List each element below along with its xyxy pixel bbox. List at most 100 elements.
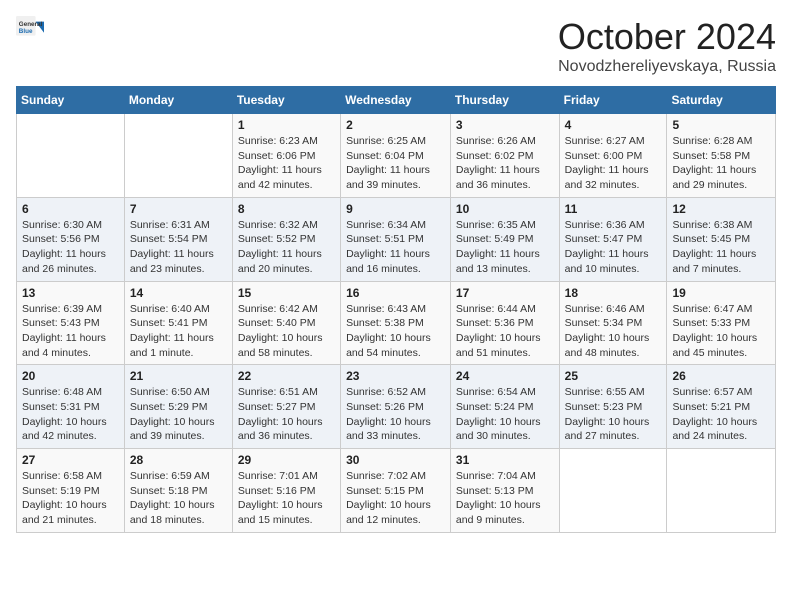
- day-info: Sunrise: 6:39 AMSunset: 5:43 PMDaylight:…: [22, 302, 119, 361]
- weekday-header: Saturday: [667, 87, 776, 114]
- weekday-header: Monday: [124, 87, 232, 114]
- calendar-cell: 14 Sunrise: 6:40 AMSunset: 5:41 PMDayligh…: [124, 281, 232, 365]
- day-info: Sunrise: 6:50 AMSunset: 5:29 PMDaylight:…: [130, 385, 227, 444]
- calendar-cell: 25 Sunrise: 6:55 AMSunset: 5:23 PMDayligh…: [559, 365, 667, 449]
- day-info: Sunrise: 6:59 AMSunset: 5:18 PMDaylight:…: [130, 469, 227, 528]
- day-number: 18: [565, 286, 662, 300]
- day-info: Sunrise: 6:54 AMSunset: 5:24 PMDaylight:…: [456, 385, 554, 444]
- day-info: Sunrise: 6:51 AMSunset: 5:27 PMDaylight:…: [238, 385, 335, 444]
- day-number: 31: [456, 453, 554, 467]
- day-info: Sunrise: 6:42 AMSunset: 5:40 PMDaylight:…: [238, 302, 335, 361]
- weekday-header: Wednesday: [341, 87, 451, 114]
- day-number: 19: [672, 286, 770, 300]
- calendar-cell: 31 Sunrise: 7:04 AMSunset: 5:13 PMDayligh…: [450, 449, 559, 533]
- day-number: 23: [346, 369, 445, 383]
- calendar-cell: 18 Sunrise: 6:46 AMSunset: 5:34 PMDayligh…: [559, 281, 667, 365]
- calendar-cell: 17 Sunrise: 6:44 AMSunset: 5:36 PMDayligh…: [450, 281, 559, 365]
- day-number: 7: [130, 202, 227, 216]
- day-number: 13: [22, 286, 119, 300]
- day-number: 5: [672, 118, 770, 132]
- day-info: Sunrise: 6:47 AMSunset: 5:33 PMDaylight:…: [672, 302, 770, 361]
- day-number: 12: [672, 202, 770, 216]
- calendar-cell: 6Sunrise: 6:30 AMSunset: 5:56 PMDaylight…: [17, 197, 125, 281]
- calendar-cell: 24 Sunrise: 6:54 AMSunset: 5:24 PMDayligh…: [450, 365, 559, 449]
- calendar-cell: 9Sunrise: 6:34 AMSunset: 5:51 PMDaylight…: [341, 197, 451, 281]
- day-info: Sunrise: 6:31 AMSunset: 5:54 PMDaylight:…: [130, 218, 227, 277]
- calendar-cell: 2 Sunrise: 6:25 AMSunset: 6:04 PMDaylight…: [341, 114, 451, 198]
- day-number: 4: [565, 118, 662, 132]
- calendar-cell: 3Sunrise: 6:26 AMSunset: 6:02 PMDaylight…: [450, 114, 559, 198]
- page-header: General Blue October 2024 Novodzhereliye…: [16, 16, 776, 76]
- calendar-cell: 12 Sunrise: 6:38 AMSunset: 5:45 PMDayligh…: [667, 197, 776, 281]
- day-number: 24: [456, 369, 554, 383]
- day-number: 22: [238, 369, 335, 383]
- day-info: Sunrise: 6:25 AMSunset: 6:04 PMDaylight:…: [346, 134, 445, 193]
- day-info: Sunrise: 6:27 AMSunset: 6:00 PMDaylight:…: [565, 134, 662, 193]
- day-number: 14: [130, 286, 227, 300]
- logo-icon: General Blue: [16, 16, 44, 44]
- calendar-week-row: 1Sunrise: 6:23 AMSunset: 6:06 PMDaylight…: [17, 114, 776, 198]
- calendar-cell: 22 Sunrise: 6:51 AMSunset: 5:27 PMDayligh…: [232, 365, 340, 449]
- day-number: 28: [130, 453, 227, 467]
- calendar-week-row: 6Sunrise: 6:30 AMSunset: 5:56 PMDaylight…: [17, 197, 776, 281]
- calendar-cell: [559, 449, 667, 533]
- calendar-cell: 15 Sunrise: 6:42 AMSunset: 5:40 PMDayligh…: [232, 281, 340, 365]
- day-info: Sunrise: 6:44 AMSunset: 5:36 PMDaylight:…: [456, 302, 554, 361]
- day-number: 29: [238, 453, 335, 467]
- day-number: 11: [565, 202, 662, 216]
- day-info: Sunrise: 6:58 AMSunset: 5:19 PMDaylight:…: [22, 469, 119, 528]
- calendar-week-row: 20Sunrise: 6:48 AMSunset: 5:31 PMDayligh…: [17, 365, 776, 449]
- calendar-cell: 16Sunrise: 6:43 AMSunset: 5:38 PMDayligh…: [341, 281, 451, 365]
- calendar-cell: 30 Sunrise: 7:02 AMSunset: 5:15 PMDayligh…: [341, 449, 451, 533]
- day-info: Sunrise: 6:55 AMSunset: 5:23 PMDaylight:…: [565, 385, 662, 444]
- day-number: 20: [22, 369, 119, 383]
- day-number: 6: [22, 202, 119, 216]
- calendar-cell: 28 Sunrise: 6:59 AMSunset: 5:18 PMDayligh…: [124, 449, 232, 533]
- day-info: Sunrise: 6:38 AMSunset: 5:45 PMDaylight:…: [672, 218, 770, 277]
- calendar-cell: 11Sunrise: 6:36 AMSunset: 5:47 PMDayligh…: [559, 197, 667, 281]
- calendar-cell: 1Sunrise: 6:23 AMSunset: 6:06 PMDaylight…: [232, 114, 340, 198]
- calendar-cell: 13 Sunrise: 6:39 AMSunset: 5:43 PMDayligh…: [17, 281, 125, 365]
- calendar-cell: 23Sunrise: 6:52 AMSunset: 5:26 PMDayligh…: [341, 365, 451, 449]
- day-number: 21: [130, 369, 227, 383]
- calendar-header-row: SundayMondayTuesdayWednesdayThursdayFrid…: [17, 87, 776, 114]
- calendar-cell: 20Sunrise: 6:48 AMSunset: 5:31 PMDayligh…: [17, 365, 125, 449]
- day-info: Sunrise: 7:02 AMSunset: 5:15 PMDaylight:…: [346, 469, 445, 528]
- calendar-cell: [124, 114, 232, 198]
- weekday-header: Thursday: [450, 87, 559, 114]
- day-number: 30: [346, 453, 445, 467]
- title-block: October 2024 Novodzhereliyevskaya, Russi…: [558, 16, 776, 76]
- calendar-cell: 29 Sunrise: 7:01 AMSunset: 5:16 PMDayligh…: [232, 449, 340, 533]
- calendar-cell: 7 Sunrise: 6:31 AMSunset: 5:54 PMDaylight…: [124, 197, 232, 281]
- day-number: 10: [456, 202, 554, 216]
- day-number: 25: [565, 369, 662, 383]
- calendar-cell: 8Sunrise: 6:32 AMSunset: 5:52 PMDaylight…: [232, 197, 340, 281]
- day-number: 26: [672, 369, 770, 383]
- calendar-cell: 27Sunrise: 6:58 AMSunset: 5:19 PMDayligh…: [17, 449, 125, 533]
- calendar-cell: 21 Sunrise: 6:50 AMSunset: 5:29 PMDayligh…: [124, 365, 232, 449]
- calendar-cell: 5Sunrise: 6:28 AMSunset: 5:58 PMDaylight…: [667, 114, 776, 198]
- day-info: Sunrise: 6:35 AMSunset: 5:49 PMDaylight:…: [456, 218, 554, 277]
- day-number: 15: [238, 286, 335, 300]
- calendar-week-row: 27Sunrise: 6:58 AMSunset: 5:19 PMDayligh…: [17, 449, 776, 533]
- calendar-cell: 4 Sunrise: 6:27 AMSunset: 6:00 PMDaylight…: [559, 114, 667, 198]
- day-info: Sunrise: 6:40 AMSunset: 5:41 PMDaylight:…: [130, 302, 227, 361]
- calendar-cell: [17, 114, 125, 198]
- svg-text:Blue: Blue: [19, 28, 33, 35]
- day-number: 16: [346, 286, 445, 300]
- calendar-cell: 19 Sunrise: 6:47 AMSunset: 5:33 PMDayligh…: [667, 281, 776, 365]
- logo: General Blue: [16, 16, 48, 44]
- location-title: Novodzhereliyevskaya, Russia: [558, 58, 776, 76]
- day-number: 2: [346, 118, 445, 132]
- day-number: 17: [456, 286, 554, 300]
- day-number: 8: [238, 202, 335, 216]
- calendar-week-row: 13 Sunrise: 6:39 AMSunset: 5:43 PMDayligh…: [17, 281, 776, 365]
- weekday-header: Sunday: [17, 87, 125, 114]
- calendar-cell: 26 Sunrise: 6:57 AMSunset: 5:21 PMDayligh…: [667, 365, 776, 449]
- month-title: October 2024: [558, 16, 776, 58]
- day-info: Sunrise: 7:01 AMSunset: 5:16 PMDaylight:…: [238, 469, 335, 528]
- day-info: Sunrise: 7:04 AMSunset: 5:13 PMDaylight:…: [456, 469, 554, 528]
- day-info: Sunrise: 6:57 AMSunset: 5:21 PMDaylight:…: [672, 385, 770, 444]
- day-info: Sunrise: 6:46 AMSunset: 5:34 PMDaylight:…: [565, 302, 662, 361]
- day-number: 9: [346, 202, 445, 216]
